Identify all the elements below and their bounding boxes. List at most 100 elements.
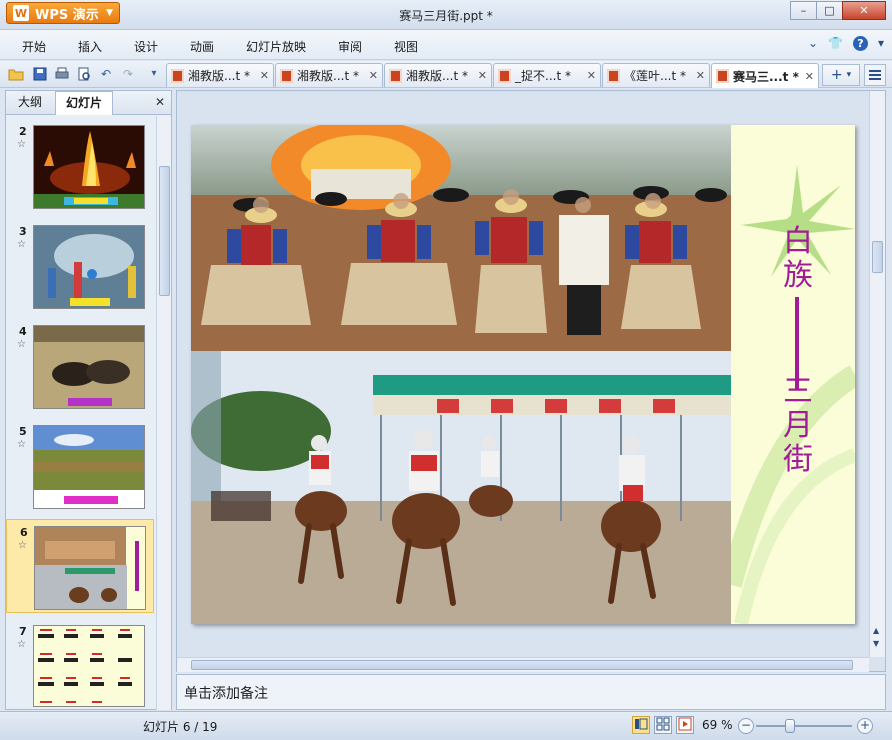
menu-review[interactable]: 审阅 [338, 38, 362, 55]
doc-tab-6-active[interactable]: 赛马三...t * ✕ [711, 63, 819, 88]
slide-thumbnail-image [33, 425, 145, 509]
side-title-char: 白 [783, 224, 813, 259]
panel-close-icon[interactable]: ✕ [155, 95, 165, 109]
animation-star-icon: ☆ [17, 339, 26, 350]
normal-view-button[interactable] [632, 716, 650, 734]
ppt-file-icon [607, 68, 620, 83]
skin-icon[interactable]: 👕 [828, 36, 843, 51]
slide-number: 5 [19, 425, 27, 438]
zoom-slider-track[interactable] [756, 725, 852, 727]
horse-racing-photo[interactable] [191, 351, 736, 624]
slide-thumbnail-7[interactable]: 7 ☆ [6, 619, 154, 713]
chevron-down-icon: ▾ [846, 70, 852, 80]
slides-panel-scrollbar[interactable] [156, 116, 171, 710]
ppt-file-icon [498, 68, 511, 83]
slide-number: 7 [19, 625, 27, 638]
menu-animation[interactable]: 动画 [190, 38, 214, 55]
tab-slides[interactable]: 幻灯片 [55, 91, 114, 115]
zoom-out-button[interactable]: − [738, 718, 754, 734]
tab-close-icon[interactable]: ✕ [478, 69, 487, 82]
collapse-ribbon-icon[interactable]: ⌄ [808, 36, 818, 51]
doc-tab-label: 赛马三...t * [733, 69, 799, 84]
print-icon[interactable] [54, 66, 70, 82]
zoom-in-button[interactable]: + [857, 718, 873, 734]
title-bar: W WPS 演示 ▼ 赛马三月街.ppt * – □ ✕ [0, 0, 892, 30]
slide-canvas[interactable]: 白 族 三 月 街 [191, 125, 855, 624]
zoom-slider-knob[interactable] [785, 719, 795, 733]
toolbar-more-icon[interactable]: ▾ [146, 66, 162, 82]
slide-thumbnail-image [33, 325, 145, 409]
doc-tab-label: 湘教版...t * [188, 69, 250, 83]
slide-thumbnail-6[interactable]: 6 ☆ [6, 519, 154, 613]
maximize-button[interactable]: □ [816, 1, 843, 20]
doc-tab-4[interactable]: _捉不...t * ✕ [493, 63, 601, 87]
slide-thumbnail-image [33, 625, 145, 707]
next-slide-icon[interactable]: ▼ [873, 639, 879, 648]
notes-area[interactable]: 单击添加备注 [176, 674, 886, 710]
side-title-march-street: 三 月 街 [781, 375, 815, 477]
quick-access-toolbar: ↶ ↷ ▾ 湘教版...t * ✕ 湘教版...t * ✕ 湘教版...t * … [0, 61, 892, 88]
doc-tab-label: _捉不...t * [515, 69, 571, 83]
minimize-button[interactable]: – [790, 1, 817, 20]
new-tab-button[interactable]: + ▾ [822, 64, 860, 86]
slide-thumbnail-image [33, 125, 145, 209]
tab-list-button[interactable] [864, 64, 886, 86]
save-icon[interactable] [32, 66, 48, 82]
doc-tab-5[interactable]: 《莲叶...t * ✕ [602, 63, 710, 87]
slide-position-indicator: 幻灯片 6 / 19 [143, 720, 218, 734]
redo-icon[interactable]: ↷ [120, 66, 136, 82]
play-slideshow-icon [678, 717, 692, 731]
tab-close-icon[interactable]: ✕ [805, 70, 814, 83]
slide-number: 4 [19, 325, 27, 338]
side-title-char: 月 [783, 408, 813, 443]
slideshow-view-button[interactable] [676, 716, 694, 734]
grid-view-icon [656, 717, 670, 731]
prev-slide-icon[interactable]: ▲ [873, 626, 879, 635]
tab-close-icon[interactable]: ✕ [260, 69, 269, 82]
slide-editing-area: 白 族 三 月 街 ▲ ▼ [176, 90, 886, 672]
ppt-file-icon [171, 68, 184, 83]
bullfight-photo [34, 326, 144, 408]
slide-horizontal-scrollbar[interactable] [177, 657, 869, 672]
open-folder-icon[interactable] [8, 66, 24, 82]
doc-tab-label: 湘教版...t * [297, 69, 359, 83]
slide-side-title-panel[interactable]: 白 族 三 月 街 [731, 125, 855, 624]
slide-sorter-view-button[interactable] [654, 716, 672, 734]
plus-icon: + [830, 67, 843, 83]
close-button[interactable]: ✕ [842, 1, 886, 20]
side-title-char: 三 [783, 374, 813, 409]
scrollbar-thumb[interactable] [159, 166, 170, 296]
doc-tab-1[interactable]: 湘教版...t * ✕ [166, 63, 274, 87]
slide-thumbnail-3[interactable]: 3 ☆ [6, 219, 154, 313]
scrollbar-thumb[interactable] [872, 241, 883, 273]
undo-icon[interactable]: ↶ [98, 66, 114, 82]
grassland-crowd-photo [34, 426, 144, 508]
tab-outline[interactable]: 大纲 [8, 91, 52, 115]
current-slide-preview [35, 527, 145, 609]
slide-vertical-scrollbar[interactable]: ▲ ▼ [869, 91, 885, 657]
document-title: 赛马三月街.ppt * [399, 9, 493, 23]
notes-placeholder: 单击添加备注 [184, 686, 268, 702]
menu-view[interactable]: 视图 [394, 38, 418, 55]
tab-close-icon[interactable]: ✕ [587, 69, 596, 82]
menu-slideshow[interactable]: 幻灯片放映 [246, 38, 306, 55]
help-dropdown-icon[interactable]: ▾ [878, 36, 884, 51]
vocabulary-slide-preview [34, 626, 144, 706]
slide-thumbnail-2[interactable]: 2 ☆ [6, 119, 154, 213]
menu-design[interactable]: 设计 [134, 38, 158, 55]
menu-insert[interactable]: 插入 [78, 38, 102, 55]
menu-right-tools: ⌄ 👕 ? ▾ [808, 36, 884, 51]
doc-tab-2[interactable]: 湘教版...t * ✕ [275, 63, 383, 87]
tab-close-icon[interactable]: ✕ [696, 69, 705, 82]
slide-thumbnail-image [34, 526, 146, 610]
slide-thumbnail-5[interactable]: 5 ☆ [6, 419, 154, 513]
bai-dancers-photo[interactable] [191, 125, 731, 351]
scrollbar-thumb[interactable] [191, 660, 853, 670]
print-preview-icon[interactable] [76, 66, 92, 82]
doc-tab-3[interactable]: 湘教版...t * ✕ [384, 63, 492, 87]
side-title-char: 族 [783, 258, 813, 293]
slide-thumbnail-4[interactable]: 4 ☆ [6, 319, 154, 413]
tab-close-icon[interactable]: ✕ [369, 69, 378, 82]
help-icon[interactable]: ? [852, 36, 868, 51]
menu-home[interactable]: 开始 [22, 38, 46, 55]
